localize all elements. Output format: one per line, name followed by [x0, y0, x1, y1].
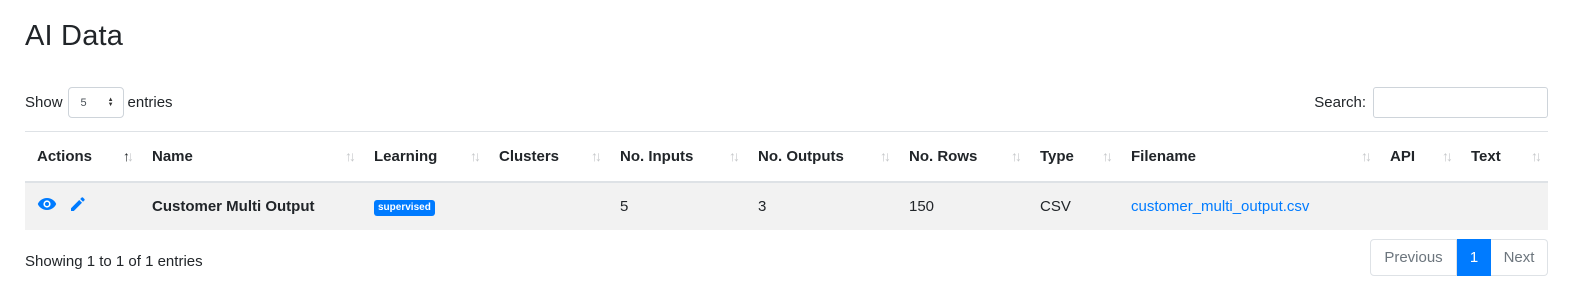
- cell-type: CSV: [1028, 181, 1119, 230]
- table-info: Showing 1 to 1 of 1 entries: [25, 253, 203, 270]
- column-header-filename[interactable]: Filename ↑↓: [1119, 131, 1378, 183]
- sort-icon: ↑↓: [345, 148, 356, 165]
- column-header-api[interactable]: API ↑↓: [1378, 131, 1459, 183]
- next-page-button[interactable]: Next: [1491, 239, 1548, 276]
- sort-icon: ↑↓: [1102, 148, 1113, 165]
- sort-icon: ↑↓: [1442, 148, 1453, 165]
- search-input[interactable]: [1373, 87, 1548, 118]
- page-1-button[interactable]: 1: [1457, 239, 1491, 276]
- cell-learning: supervised: [362, 181, 487, 230]
- pagination: Previous 1 Next: [1370, 239, 1548, 276]
- column-header-text[interactable]: Text ↑↓: [1459, 131, 1548, 183]
- cell-text: [1459, 181, 1548, 230]
- column-header-learning[interactable]: Learning ↑↓: [362, 131, 487, 183]
- entries-length-control: Show 5 ▲ ▼ entries: [25, 87, 173, 118]
- column-header-rows[interactable]: No. Rows ↑↓: [897, 131, 1028, 183]
- length-prefix-label: Show: [25, 94, 63, 111]
- sort-icon: ↑↓: [729, 148, 740, 165]
- cell-name: Customer Multi Output: [140, 181, 362, 230]
- cell-api: [1378, 181, 1459, 230]
- sort-icon: ↑↓: [1361, 148, 1372, 165]
- sort-icon: ↑↓: [591, 148, 602, 165]
- eye-icon[interactable]: [37, 197, 57, 215]
- filename-link[interactable]: customer_multi_output.csv: [1131, 198, 1309, 215]
- sort-icon: ↑↓: [470, 148, 481, 165]
- sort-icon: ↑↓: [123, 148, 134, 165]
- data-table: Actions ↑↓ Name ↑↓ Learning ↑↓ Clusters ↑↓ N…: [25, 131, 1548, 230]
- column-header-name[interactable]: Name ↑↓: [140, 131, 362, 183]
- column-header-outputs[interactable]: No. Outputs ↑↓: [746, 131, 897, 183]
- pencil-icon[interactable]: [69, 196, 86, 217]
- cell-inputs: 5: [608, 181, 746, 230]
- cell-actions: [25, 181, 140, 230]
- cell-clusters: [487, 181, 608, 230]
- column-header-actions[interactable]: Actions ↑↓: [25, 131, 140, 183]
- cell-filename: customer_multi_output.csv: [1119, 181, 1378, 230]
- search-label: Search:: [1314, 94, 1366, 111]
- length-suffix-label: entries: [127, 94, 173, 111]
- entries-per-page-value: 5: [80, 96, 87, 109]
- table-header-row: Actions ↑↓ Name ↑↓ Learning ↑↓ Clusters ↑↓ N…: [25, 131, 1548, 183]
- sort-icon: ↑↓: [880, 148, 891, 165]
- sort-icon: ↑↓: [1011, 148, 1022, 165]
- search-control: Search:: [1314, 87, 1548, 118]
- sort-icon: ↑↓: [1531, 148, 1542, 165]
- column-header-clusters[interactable]: Clusters ↑↓: [487, 131, 608, 183]
- cell-rows: 150: [897, 181, 1028, 230]
- previous-page-button[interactable]: Previous: [1370, 239, 1457, 276]
- entries-per-page-select[interactable]: 5 ▲ ▼: [67, 87, 124, 118]
- learning-badge: supervised: [374, 199, 435, 216]
- column-header-type[interactable]: Type ↑↓: [1028, 131, 1119, 183]
- select-caret-icon: ▲ ▼: [107, 96, 114, 108]
- cell-outputs: 3: [746, 181, 897, 230]
- table-row: Customer Multi Output supervised 5 3 150…: [25, 181, 1548, 230]
- column-header-inputs[interactable]: No. Inputs ↑↓: [608, 131, 746, 183]
- page-title: AI Data: [25, 20, 124, 52]
